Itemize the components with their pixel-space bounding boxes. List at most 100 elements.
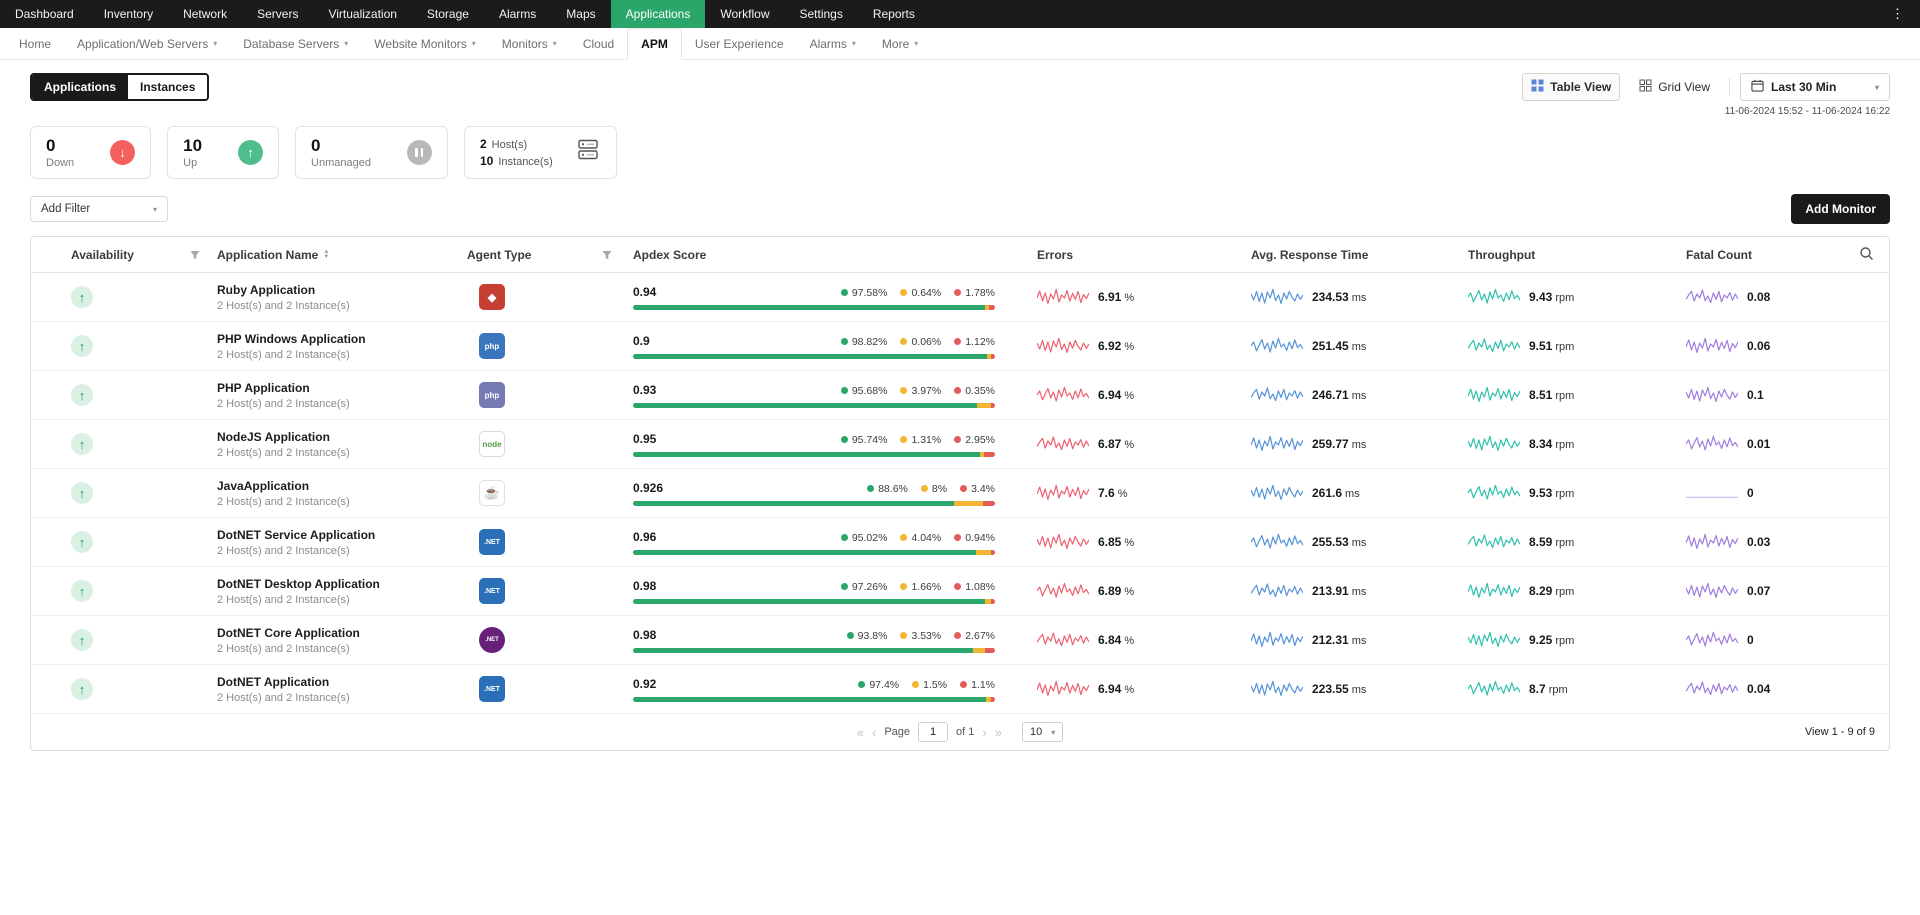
response-time-value: 251.45ms bbox=[1312, 339, 1366, 353]
top-nav-item-reports[interactable]: Reports bbox=[858, 0, 930, 28]
date-range-text: 11-06-2024 15:52 - 11-06-2024 16:22 bbox=[1725, 106, 1890, 117]
add-monitor-button[interactable]: Add Monitor bbox=[1791, 194, 1890, 224]
application-name-link[interactable]: PHP Application bbox=[217, 381, 467, 395]
throughput-value: 8.7rpm bbox=[1529, 682, 1568, 696]
stat-card-up[interactable]: 10 Up ↑ bbox=[167, 126, 279, 179]
sub-nav-item-home[interactable]: Home bbox=[6, 28, 64, 59]
time-range-value: Last 30 Min bbox=[1771, 80, 1836, 94]
up-arrow-icon: ↑ bbox=[238, 140, 263, 165]
application-name-link[interactable]: DotNET Core Application bbox=[217, 626, 467, 640]
response-time-sparkline bbox=[1251, 434, 1303, 454]
errors-sparkline bbox=[1037, 532, 1089, 552]
top-nav-item-storage[interactable]: Storage bbox=[412, 0, 484, 28]
stat-card-unmanaged[interactable]: 0 Unmanaged bbox=[295, 126, 448, 179]
up-count: 10 bbox=[183, 136, 202, 156]
application-name-link[interactable]: DotNET Service Application bbox=[217, 528, 467, 542]
sub-nav: HomeApplication/Web Servers▾Database Ser… bbox=[0, 28, 1920, 60]
top-nav-item-inventory[interactable]: Inventory bbox=[89, 0, 168, 28]
application-subtitle: 2 Host(s) and 2 Instance(s) bbox=[217, 300, 467, 312]
top-nav-item-workflow[interactable]: Workflow bbox=[705, 0, 784, 28]
table-view-button[interactable]: Table View bbox=[1522, 73, 1620, 101]
search-icon[interactable] bbox=[1859, 246, 1874, 264]
instances-toggle-button[interactable]: Instances bbox=[128, 75, 207, 99]
add-filter-select[interactable]: Add Filter ▾ bbox=[30, 196, 168, 222]
chevron-down-icon: ▾ bbox=[344, 39, 348, 48]
sub-nav-item-more[interactable]: More▾ bbox=[869, 28, 931, 59]
errors-value: 6.85% bbox=[1098, 535, 1134, 549]
frustrated-dot-icon bbox=[954, 436, 961, 443]
first-page-icon[interactable]: « bbox=[857, 726, 864, 739]
application-name-link[interactable]: DotNET Desktop Application bbox=[217, 577, 467, 591]
sub-nav-item-user-experience[interactable]: User Experience bbox=[682, 28, 797, 59]
sub-nav-item-apm[interactable]: APM bbox=[627, 28, 682, 60]
response-time-sparkline bbox=[1251, 336, 1303, 356]
top-nav-item-settings[interactable]: Settings bbox=[784, 0, 857, 28]
fatal-count-value: 0.06 bbox=[1747, 339, 1770, 353]
application-subtitle: 2 Host(s) and 2 Instance(s) bbox=[217, 643, 467, 655]
page-size-select[interactable]: 10 ▾ bbox=[1022, 722, 1063, 742]
throughput-sparkline bbox=[1468, 385, 1520, 405]
top-nav-item-maps[interactable]: Maps bbox=[551, 0, 610, 28]
top-nav-item-servers[interactable]: Servers bbox=[242, 0, 313, 28]
sub-nav-item-monitors[interactable]: Monitors▾ bbox=[489, 28, 570, 59]
top-nav-item-dashboard[interactable]: Dashboard bbox=[0, 0, 89, 28]
application-subtitle: 2 Host(s) and 2 Instance(s) bbox=[217, 349, 467, 361]
apdex-value: 0.92 bbox=[633, 677, 656, 691]
sub-nav-item-website-monitors[interactable]: Website Monitors▾ bbox=[361, 28, 489, 59]
time-range-select[interactable]: Last 30 Min ▾ bbox=[1740, 73, 1890, 101]
filter-icon[interactable] bbox=[189, 249, 201, 261]
apdex-value: 0.96 bbox=[633, 530, 656, 544]
application-name-link[interactable]: Ruby Application bbox=[217, 283, 467, 297]
last-page-icon[interactable]: » bbox=[995, 726, 1002, 739]
throughput-value: 8.51rpm bbox=[1529, 388, 1574, 402]
filter-icon[interactable] bbox=[601, 249, 613, 261]
column-application-name[interactable]: Application Name ▲▼ bbox=[217, 248, 329, 262]
chevron-down-icon: ▾ bbox=[472, 39, 476, 48]
application-name-link[interactable]: PHP Windows Application bbox=[217, 332, 467, 346]
sub-nav-item-alarms[interactable]: Alarms▾ bbox=[797, 28, 869, 59]
chevron-down-icon: ▾ bbox=[153, 205, 157, 214]
applications-toggle-button[interactable]: Applications bbox=[32, 75, 128, 99]
errors-sparkline bbox=[1037, 483, 1089, 503]
application-name-link[interactable]: NodeJS Application bbox=[217, 430, 467, 444]
table-row: ↑ DotNET Service Application 2 Host(s) a… bbox=[31, 518, 1889, 567]
sub-nav-item-database-servers[interactable]: Database Servers▾ bbox=[230, 28, 361, 59]
response-time-sparkline bbox=[1251, 581, 1303, 601]
response-time-sparkline bbox=[1251, 679, 1303, 699]
application-name-link[interactable]: DotNET Application bbox=[217, 675, 467, 689]
node-agent-icon: node bbox=[479, 431, 505, 457]
apdex-bar bbox=[633, 403, 995, 408]
errors-value: 7.6% bbox=[1098, 486, 1127, 500]
stat-card-hosts-instances[interactable]: 2Host(s) 10Instance(s) bbox=[464, 126, 617, 179]
top-nav: DashboardInventoryNetworkServersVirtuali… bbox=[0, 0, 1920, 28]
kebab-menu-icon[interactable]: ⋮ bbox=[1875, 0, 1920, 28]
calendar-icon bbox=[1751, 79, 1764, 95]
stat-card-down[interactable]: 0 Down ↓ bbox=[30, 126, 151, 179]
top-nav-item-applications[interactable]: Applications bbox=[611, 0, 706, 28]
apdex-legend: 97.26% 1.66% 1.08% bbox=[841, 581, 995, 593]
response-time-value: 223.55ms bbox=[1312, 682, 1366, 696]
next-page-icon[interactable]: › bbox=[982, 726, 986, 739]
fatal-count-sparkline bbox=[1686, 336, 1738, 356]
satisfied-dot-icon bbox=[847, 632, 854, 639]
top-nav-item-alarms[interactable]: Alarms bbox=[484, 0, 551, 28]
availability-up-icon: ↑ bbox=[71, 678, 93, 700]
dotnet-agent-icon: .NET bbox=[479, 676, 505, 702]
chevron-down-icon: ▾ bbox=[1875, 83, 1879, 92]
fatal-count-sparkline bbox=[1686, 532, 1738, 552]
up-label: Up bbox=[183, 157, 202, 169]
availability-up-icon: ↑ bbox=[71, 384, 93, 406]
fatal-count-sparkline bbox=[1686, 385, 1738, 405]
application-name-link[interactable]: JavaApplication bbox=[217, 479, 467, 493]
top-nav-item-virtualization[interactable]: Virtualization bbox=[313, 0, 411, 28]
apdex-legend: 95.74% 1.31% 2.95% bbox=[841, 434, 995, 446]
apdex-legend: 95.02% 4.04% 0.94% bbox=[841, 532, 995, 544]
frustrated-dot-icon bbox=[954, 534, 961, 541]
sub-nav-item-application-web-servers[interactable]: Application/Web Servers▾ bbox=[64, 28, 230, 59]
sub-nav-item-cloud[interactable]: Cloud bbox=[570, 28, 627, 59]
page-number-input[interactable] bbox=[918, 722, 948, 742]
table-row: ↑ DotNET Desktop Application 2 Host(s) a… bbox=[31, 567, 1889, 616]
grid-view-button[interactable]: Grid View bbox=[1630, 73, 1719, 101]
top-nav-item-network[interactable]: Network bbox=[168, 0, 242, 28]
prev-page-icon[interactable]: ‹ bbox=[872, 726, 876, 739]
